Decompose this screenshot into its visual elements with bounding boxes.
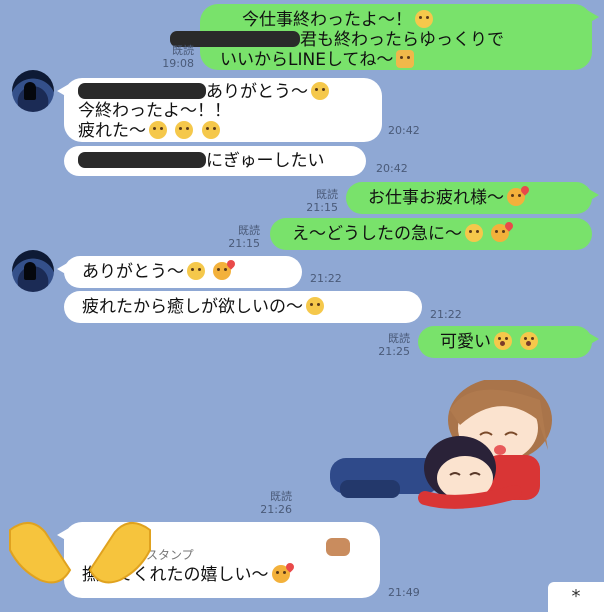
pleading-face-emoji-icon	[201, 121, 220, 139]
smiling-face-with-hearts-emoji-icon	[491, 224, 510, 242]
message-meta: 既読 21:26	[248, 490, 292, 516]
laughing-with-tears-emoji-icon	[494, 332, 512, 350]
asterisk-icon[interactable]: *	[548, 582, 604, 612]
laughing-with-tears-emoji-icon	[520, 332, 539, 350]
smiling-face-with-hearts-emoji-icon	[271, 565, 290, 583]
smiling-face-with-hearts-emoji-icon	[213, 262, 232, 280]
message-meta: 既読 21:25	[366, 332, 410, 358]
message-bubble-sent[interactable]: え〜どうしたの急に〜	[270, 218, 592, 250]
flushed-face-emoji-icon	[187, 262, 205, 280]
message-time: 20:42	[376, 162, 408, 175]
message-time: 19:08	[162, 57, 194, 70]
message-meta: 既読 21:15	[216, 224, 260, 250]
message-bubble-sent[interactable]: 可愛い	[418, 326, 599, 358]
contact-avatar[interactable]	[12, 70, 54, 112]
flushed-face-emoji-icon	[306, 297, 324, 315]
message-text: 君も終わったらゆっくりで	[300, 30, 504, 50]
message-time: 21:25	[378, 345, 410, 358]
message-time: 21:22	[310, 272, 342, 285]
read-receipt: 既読	[316, 188, 338, 201]
message-bubble-sent[interactable]: お仕事お疲れ様〜	[346, 182, 599, 214]
message-time: 21:26	[260, 503, 292, 516]
pleading-face-emoji-icon	[311, 82, 329, 100]
message-time: 21:49	[388, 586, 420, 599]
message-text: 疲れた〜	[78, 121, 146, 141]
message-bubble-received[interactable]: 疲れたから癒しが欲しいの〜	[64, 291, 422, 323]
message-bubble-sent[interactable]: 今仕事終わったよ〜！ 君も終わったらゆっくりで いいからLINEしてね〜	[170, 4, 599, 70]
pleading-face-emoji-icon	[149, 121, 167, 139]
message-text: にぎゅーしたい	[206, 151, 325, 171]
read-receipt: 既読	[388, 332, 410, 345]
pleading-face-emoji-icon	[175, 121, 194, 139]
contact-avatar[interactable]	[12, 250, 54, 292]
message-text: ありがとう〜	[206, 82, 308, 102]
message-time: 21:15	[306, 201, 338, 214]
message-text: お仕事お疲れ様〜	[368, 188, 504, 208]
message-meta: 既読 21:15	[294, 188, 338, 214]
redacted-name	[78, 152, 206, 168]
message-text: いいからLINEしてね〜	[220, 50, 394, 70]
message-text: 今終わったよ〜！！	[78, 101, 231, 121]
reply-sticker-thumbnail-icon	[326, 538, 350, 556]
read-receipt: 既読	[238, 224, 260, 237]
message-time: 21:22	[430, 308, 462, 321]
message-text: 今仕事終わったよ〜！	[242, 10, 412, 30]
flushed-face-emoji-icon	[465, 224, 483, 242]
message-bubble-received[interactable]: ありがとう〜 今終わったよ〜！！ 疲れた〜	[57, 78, 382, 142]
message-text: 疲れたから癒しが欲しいの〜	[82, 297, 303, 317]
redacted-name	[78, 83, 206, 99]
cat-face-emoji-icon	[396, 50, 415, 68]
message-text: ありがとう〜	[82, 262, 184, 282]
clapping-hands-emoji-icon	[9, 522, 151, 584]
message-bubble-received[interactable]: ありがとう〜	[57, 256, 302, 288]
message-meta: 既読 19:08	[150, 44, 194, 70]
message-text: え〜どうしたの急に〜	[292, 224, 462, 244]
message-time: 21:15	[228, 237, 260, 250]
read-receipt: 既読	[172, 44, 194, 57]
flushed-face-emoji-icon	[415, 10, 433, 28]
sticker-girl-hugging-boy-icon[interactable]	[300, 380, 560, 510]
message-bubble-received[interactable]: にぎゅーしたい	[64, 146, 366, 176]
read-receipt: 既読	[270, 490, 292, 503]
message-text: 可愛い	[440, 332, 491, 352]
smiling-face-with-hearts-emoji-icon	[507, 188, 525, 206]
message-time: 20:42	[388, 124, 420, 137]
